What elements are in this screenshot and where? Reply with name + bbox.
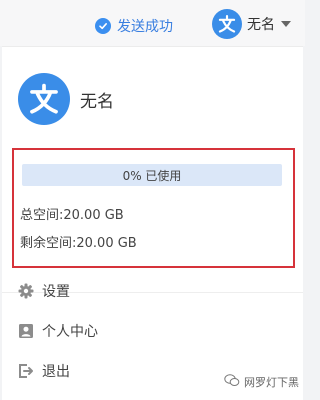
top-bar: 发送成功 无名 <box>0 0 305 46</box>
remaining-space-label: 剩余空间:20.00 GB <box>20 236 137 251</box>
person-icon <box>18 323 34 339</box>
gear-icon <box>18 283 34 299</box>
check-circle-icon <box>95 18 111 34</box>
user-menu-toggle[interactable]: 无名 <box>212 9 291 39</box>
menu-item-logout[interactable]: 退出 <box>18 361 70 381</box>
menu-item-settings[interactable]: 设置 <box>18 281 70 301</box>
user-dropdown-panel: 无名 0% 已使用 总空间:20.00 GB 剩余空间:20.00 GB 设置 <box>2 46 303 400</box>
top-username[interactable]: 无名 <box>247 14 275 34</box>
menu-label-personal-center: 个人中心 <box>42 324 98 340</box>
wen-logo-icon <box>218 14 236 33</box>
watermark-text: 网罗灯下黑 <box>244 376 299 389</box>
send-success-status: 发送成功 <box>95 16 173 36</box>
usage-label: 0% 已使用 <box>122 168 182 183</box>
menu-item-personal-center[interactable]: 个人中心 <box>18 321 98 341</box>
send-status-text: 发送成功 <box>117 19 173 35</box>
profile-avatar <box>18 73 70 125</box>
menu-label-logout: 退出 <box>42 364 70 380</box>
caret-down-icon[interactable] <box>281 21 291 27</box>
usage-progress-bar: 0% 已使用 <box>22 164 282 186</box>
exit-icon <box>18 363 34 379</box>
menu-label-settings: 设置 <box>42 284 70 300</box>
wen-logo-icon <box>30 83 58 114</box>
avatar[interactable] <box>212 9 242 39</box>
watermark: 网罗灯下黑 <box>224 374 299 390</box>
wechat-icon <box>224 374 240 390</box>
profile-header: 无名 <box>18 73 114 125</box>
profile-name: 无名 <box>80 91 114 112</box>
storage-info-box: 0% 已使用 总空间:20.00 GB 剩余空间:20.00 GB <box>12 148 295 268</box>
total-space-label: 总空间:20.00 GB <box>20 208 124 223</box>
